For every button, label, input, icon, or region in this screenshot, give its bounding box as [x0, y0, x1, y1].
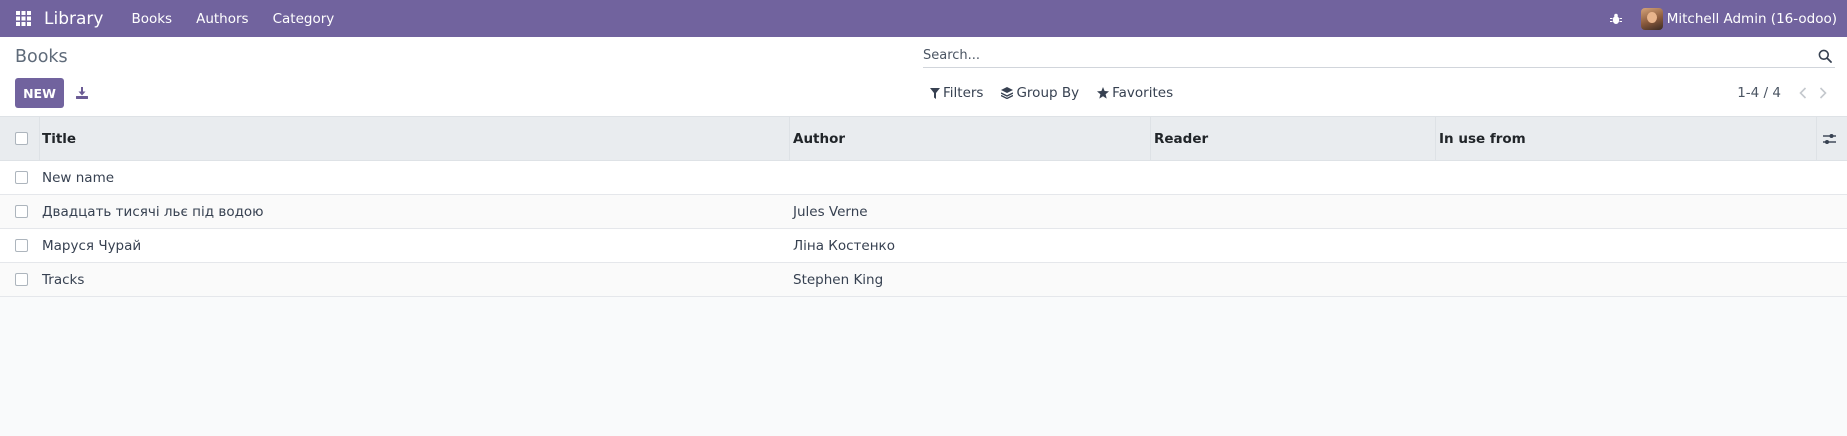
user-menu[interactable]: Mitchell Admin (16-odoo): [1640, 7, 1847, 30]
top-navbar: Library Books Authors Category Mitchell …: [0, 0, 1847, 37]
table-row[interactable]: Маруся Чурай Ліна Костенко: [0, 229, 1847, 263]
row-checkbox[interactable]: [15, 273, 28, 286]
cell-in-use-from[interactable]: [1436, 195, 1816, 228]
download-icon[interactable]: [72, 83, 92, 103]
search-icon[interactable]: [1815, 46, 1835, 66]
grid-icon[interactable]: [0, 0, 46, 37]
column-header-author[interactable]: Author: [790, 117, 1148, 160]
chevron-right-icon[interactable]: [1813, 83, 1833, 103]
row-checkbox[interactable]: [15, 239, 28, 252]
cell-reader[interactable]: [1151, 263, 1433, 296]
avatar: [1640, 7, 1663, 30]
cell-reader[interactable]: [1151, 195, 1433, 228]
app-brand[interactable]: Library: [44, 9, 103, 29]
cell-in-use-from[interactable]: [1436, 263, 1816, 296]
nav-item-category[interactable]: Category: [261, 0, 347, 37]
table-row[interactable]: Tracks Stephen King: [0, 263, 1847, 297]
search-input[interactable]: [923, 48, 1815, 63]
table-row[interactable]: Двадцать тисячі льє під водою Jules Vern…: [0, 195, 1847, 229]
favorites-button[interactable]: Favorites: [1097, 85, 1173, 101]
cell-author[interactable]: Ліна Костенко: [790, 229, 1148, 262]
cell-in-use-from[interactable]: [1436, 161, 1816, 194]
filters-label: Filters: [943, 85, 984, 101]
control-panel: Books NEW Filters: [0, 37, 1847, 117]
row-checkbox[interactable]: [15, 205, 28, 218]
page-title[interactable]: Books: [15, 47, 68, 67]
bug-icon[interactable]: [1601, 0, 1631, 37]
table-header: Title Author Reader In use from: [0, 117, 1847, 161]
chevron-left-icon[interactable]: [1793, 83, 1813, 103]
cell-author[interactable]: Stephen King: [790, 263, 1148, 296]
cell-reader[interactable]: [1151, 161, 1433, 194]
nav-item-authors[interactable]: Authors: [184, 0, 260, 37]
cell-reader[interactable]: [1151, 229, 1433, 262]
pager-value[interactable]: 1-4 / 4: [1737, 85, 1781, 101]
user-name: Mitchell Admin (16-odoo): [1666, 10, 1837, 27]
books-list: Title Author Reader In use from New name…: [0, 117, 1847, 297]
filter-icon: [930, 87, 940, 99]
optional-columns-icon[interactable]: [1819, 129, 1839, 149]
select-all-checkbox[interactable]: [15, 132, 28, 145]
column-header-in-use-from[interactable]: In use from: [1436, 117, 1816, 160]
layers-icon: [1001, 87, 1014, 99]
column-header-title[interactable]: Title: [39, 117, 786, 160]
group-by-button[interactable]: Group By: [1001, 85, 1079, 101]
cell-author[interactable]: [790, 161, 1148, 194]
cell-title[interactable]: Tracks: [39, 263, 786, 296]
cell-title[interactable]: Маруся Чурай: [39, 229, 786, 262]
cell-title[interactable]: Двадцать тисячі льє під водою: [39, 195, 786, 228]
favorites-label: Favorites: [1112, 85, 1174, 101]
cell-title[interactable]: New name: [39, 161, 786, 194]
table-row[interactable]: New name: [0, 161, 1847, 195]
pager: 1-4 / 4: [1737, 83, 1833, 103]
search-options: Filters Group By Favorites: [930, 83, 1191, 103]
column-divider: [1816, 117, 1817, 160]
navbar-right: Mitchell Admin (16-odoo): [1601, 0, 1847, 37]
star-icon: [1097, 87, 1110, 99]
nav-item-books[interactable]: Books: [119, 0, 184, 37]
search-bar: [923, 44, 1835, 68]
cell-in-use-from[interactable]: [1436, 229, 1816, 262]
row-checkbox[interactable]: [15, 171, 28, 184]
group-by-label: Group By: [1016, 85, 1080, 101]
filters-button[interactable]: Filters: [930, 85, 983, 101]
cell-author[interactable]: Jules Verne: [790, 195, 1148, 228]
new-button[interactable]: NEW: [15, 78, 64, 108]
column-header-reader[interactable]: Reader: [1151, 117, 1433, 160]
